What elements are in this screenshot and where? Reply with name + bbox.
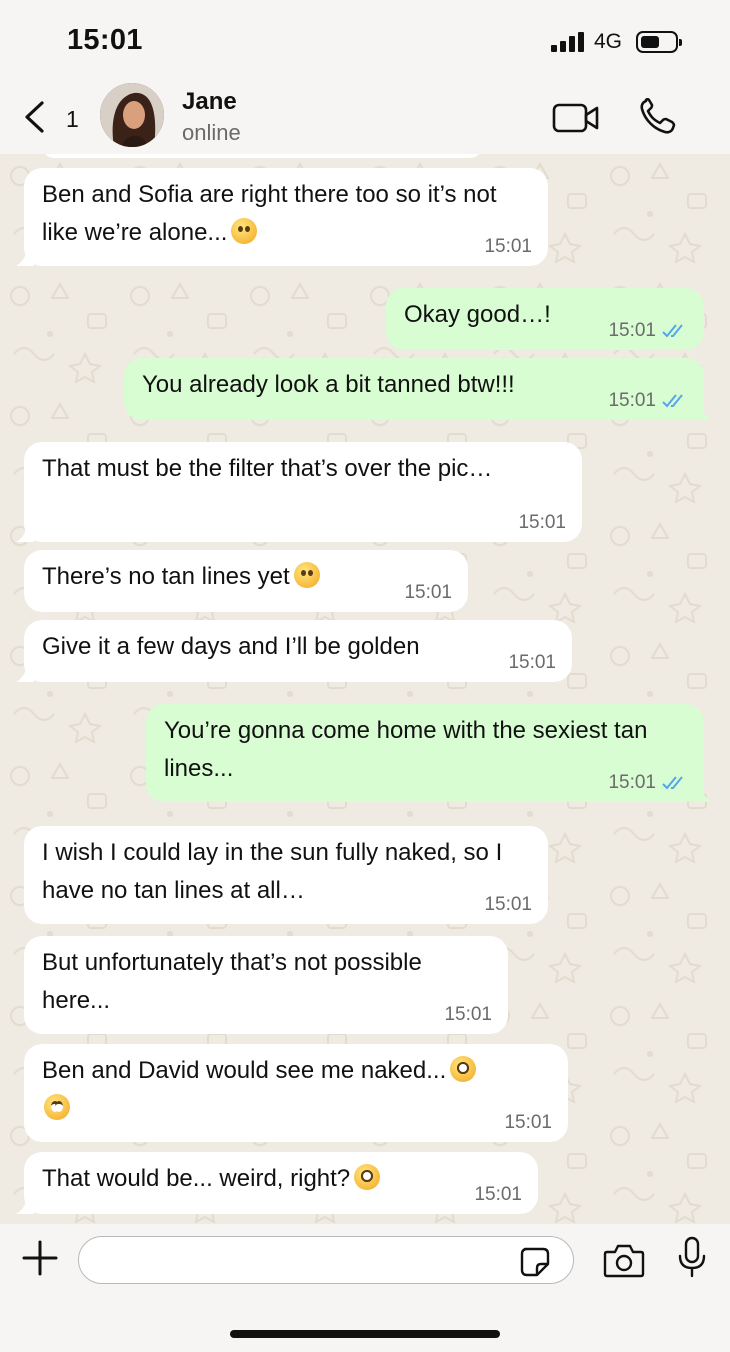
chat-area[interactable]: Ben and Sofia are right there too so it’… bbox=[0, 154, 730, 1224]
message-time: 15:01 bbox=[484, 236, 532, 257]
avatar[interactable] bbox=[100, 83, 164, 147]
message-outgoing[interactable]: Okay good…! 15:01 bbox=[386, 288, 704, 350]
message-text: Okay good…! bbox=[404, 301, 551, 328]
message-time: 15:01 bbox=[608, 772, 656, 793]
home-indicator[interactable] bbox=[230, 1330, 500, 1338]
sweat-smile-emoji-icon bbox=[231, 218, 258, 244]
bubble-tail bbox=[16, 666, 34, 682]
phone-icon[interactable] bbox=[638, 98, 678, 136]
message-time: 15:01 bbox=[508, 652, 556, 673]
message-text: You already look a bit tanned btw!!! bbox=[142, 371, 515, 398]
bubble-tail bbox=[694, 404, 712, 420]
bubble-tail bbox=[16, 250, 34, 266]
message-time: 15:01 bbox=[474, 1184, 522, 1205]
message-incoming[interactable]: That must be the filter that’s over the … bbox=[16, 442, 582, 542]
back-unread-count[interactable]: 1 bbox=[66, 106, 79, 133]
message-text: Ben and Sofia are right there too so it’… bbox=[42, 181, 497, 246]
sticker-icon[interactable] bbox=[519, 1246, 551, 1278]
signal-icon bbox=[551, 32, 585, 52]
camera-icon[interactable] bbox=[603, 1242, 645, 1278]
contact-name[interactable]: Jane bbox=[182, 88, 237, 116]
previous-message-edge bbox=[42, 154, 482, 158]
chevron-left-icon[interactable] bbox=[22, 100, 48, 134]
message-time: 15:01 bbox=[504, 1112, 552, 1133]
message-text: Ben and David would see me naked... bbox=[42, 1057, 447, 1084]
message-incoming[interactable]: Give it a few days and I’ll be golden 15… bbox=[16, 620, 572, 682]
message-outgoing[interactable]: You’re gonna come home with the sexiest … bbox=[146, 704, 712, 802]
message-input[interactable] bbox=[78, 1236, 574, 1284]
flushed-emoji-icon bbox=[450, 1056, 477, 1082]
message-time: 15:01 bbox=[608, 390, 656, 411]
read-receipt-icon bbox=[662, 394, 683, 408]
status-bar: 15:01 4G bbox=[0, 0, 730, 80]
message-text: You’re gonna come home with the sexiest … bbox=[164, 717, 648, 782]
bubble-tail bbox=[694, 786, 712, 802]
read-receipt-icon bbox=[662, 324, 683, 338]
message-time: 15:01 bbox=[404, 582, 452, 603]
flushed-emoji-icon bbox=[354, 1164, 381, 1190]
message-text: That must be the filter that’s over the … bbox=[42, 455, 493, 482]
battery-icon bbox=[636, 31, 682, 53]
message-text: But unfortunately that’s not possible he… bbox=[42, 949, 422, 1014]
message-incoming[interactable]: Ben and David would see me naked... 15:0… bbox=[24, 1044, 568, 1142]
message-incoming[interactable]: There’s no tan lines yet 15:01 bbox=[24, 550, 468, 612]
message-text: That would be... weird, right? bbox=[42, 1165, 351, 1192]
microphone-icon[interactable] bbox=[678, 1236, 706, 1278]
message-time: 15:01 bbox=[484, 894, 532, 915]
bubble-tail bbox=[16, 1198, 34, 1214]
message-text: Give it a few days and I’ll be golden bbox=[42, 633, 420, 660]
bubble-tail bbox=[16, 526, 34, 542]
message-incoming[interactable]: Ben and Sofia are right there too so it’… bbox=[16, 168, 548, 266]
message-incoming[interactable]: I wish I could lay in the sun fully nake… bbox=[24, 826, 548, 924]
message-incoming[interactable]: But unfortunately that’s not possible he… bbox=[24, 936, 508, 1034]
network-label: 4G bbox=[594, 30, 623, 53]
chat-header: 1 Jane online bbox=[0, 80, 730, 154]
message-time: 15:01 bbox=[518, 512, 566, 533]
message-time: 15:01 bbox=[444, 1004, 492, 1025]
message-time: 15:01 bbox=[608, 320, 656, 341]
avatar-photo bbox=[100, 83, 164, 147]
contact-status: online bbox=[182, 120, 241, 145]
status-time: 15:01 bbox=[67, 24, 143, 56]
video-call-icon[interactable] bbox=[552, 102, 600, 134]
message-text: There’s no tan lines yet bbox=[42, 563, 290, 590]
joy-emoji-icon bbox=[293, 562, 320, 588]
message-outgoing[interactable]: You already look a bit tanned btw!!! 15:… bbox=[124, 358, 712, 420]
message-composer bbox=[0, 1224, 730, 1352]
message-incoming[interactable]: That would be... weird, right? 15:01 bbox=[16, 1152, 538, 1214]
eye-roll-emoji-icon bbox=[44, 1094, 70, 1120]
message-text: I wish I could lay in the sun fully nake… bbox=[42, 839, 503, 904]
read-receipt-icon bbox=[662, 776, 683, 790]
plus-icon[interactable] bbox=[22, 1240, 58, 1276]
